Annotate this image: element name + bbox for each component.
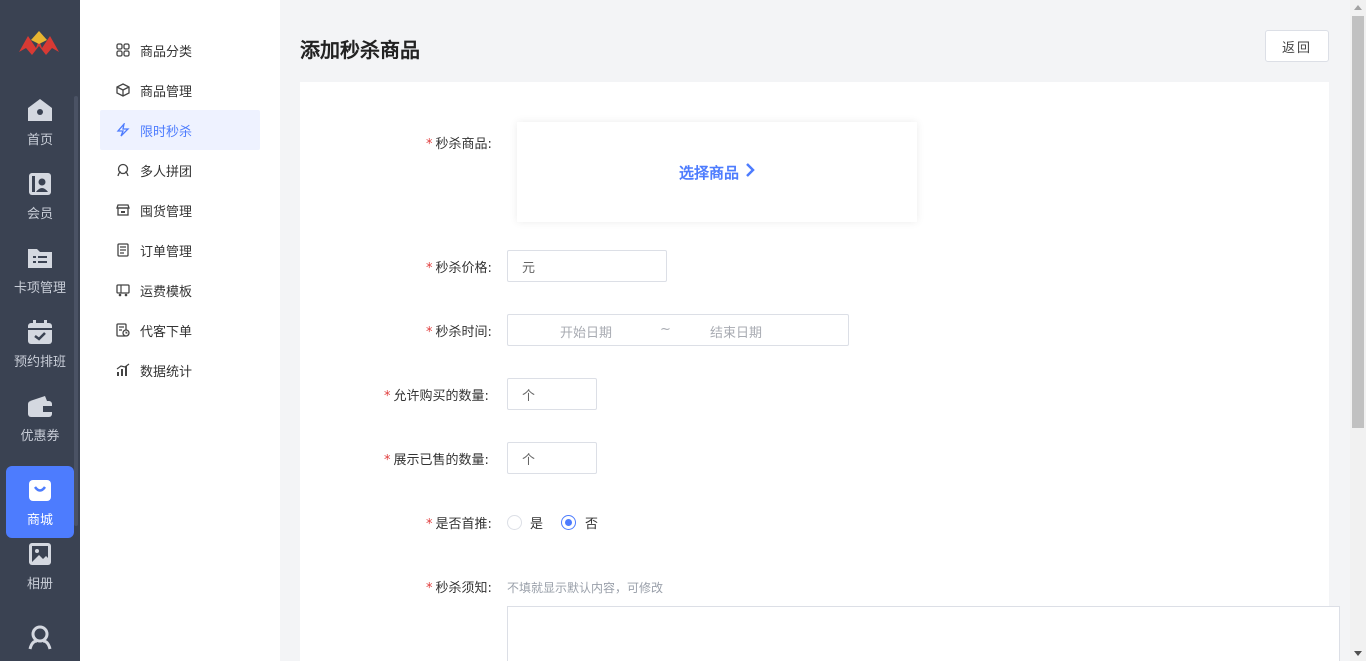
rail-item-label: 相册	[26, 576, 53, 592]
sub-item-label: 商品管理	[140, 84, 193, 100]
rail-item-booking[interactable]: 预约排班	[6, 308, 74, 380]
back-button[interactable]: 返回	[1265, 30, 1329, 62]
notice-label: * 秒杀须知:	[426, 581, 492, 596]
group-icon	[27, 624, 53, 650]
home-icon	[27, 97, 53, 123]
lightning-icon	[115, 122, 131, 138]
rail-item-label: 优惠券	[20, 428, 60, 444]
bar-chart-icon	[115, 362, 131, 378]
required-mark: *	[384, 453, 391, 468]
sub-nav-panel: 商品分类 商品管理 限时秒杀 多人拼团 囤货管理 订单管理 运费模板 代客下单 …	[80, 0, 280, 661]
rail-item-mall[interactable]: 商城	[6, 466, 74, 538]
page-scrollbar[interactable]	[1350, 0, 1366, 661]
rail-item-album[interactable]: 相册	[6, 530, 74, 602]
sub-item-group-buy[interactable]: 多人拼团	[100, 150, 260, 190]
scroll-up-arrow-icon[interactable]	[1354, 5, 1362, 10]
select-goods-box[interactable]: 选择商品	[517, 122, 917, 222]
buy-qty-input[interactable]: 个	[507, 378, 597, 410]
grid-icon	[115, 42, 131, 58]
rail-item-label: 卡项管理	[13, 280, 66, 296]
price-label: * 秒杀价格:	[426, 261, 492, 276]
proxy-order-icon	[115, 322, 131, 338]
sold-qty-unit: 个	[522, 452, 536, 468]
photo-album-icon	[27, 541, 53, 567]
box-icon	[115, 82, 131, 98]
notice-textarea[interactable]	[507, 606, 1340, 661]
sub-item-category[interactable]: 商品分类	[100, 30, 260, 70]
select-goods-text: 选择商品	[678, 163, 739, 182]
store-icon	[115, 202, 131, 218]
sub-item-stock[interactable]: 囤货管理	[100, 190, 260, 230]
required-mark: *	[426, 517, 433, 532]
sold-qty-label: * 展示已售的数量:	[384, 453, 489, 468]
radio-yes-label[interactable]: 是	[530, 513, 543, 532]
wallet-icon	[27, 393, 53, 419]
calendar-check-icon	[27, 319, 53, 345]
sub-item-flash-sale[interactable]: 限时秒杀	[100, 110, 260, 150]
select-goods-link[interactable]: 选择商品	[679, 162, 755, 183]
goods-label: * 秒杀商品:	[426, 137, 492, 152]
end-date-input[interactable]: 结束日期	[710, 322, 762, 341]
truck-icon	[115, 282, 131, 298]
rail-scrollbar[interactable]	[74, 96, 78, 526]
sub-item-stats[interactable]: 数据统计	[100, 350, 260, 390]
rail-item-label: 预约排班	[13, 354, 66, 370]
scroll-down-arrow-icon[interactable]	[1354, 651, 1362, 656]
scrollbar-thumb[interactable]	[1352, 16, 1364, 428]
radio-no-label[interactable]: 否	[585, 513, 598, 532]
sub-item-label: 商品分类	[140, 44, 193, 60]
start-date-input[interactable]: 开始日期	[560, 322, 612, 341]
required-mark: *	[426, 581, 433, 596]
price-input[interactable]: 元	[507, 250, 667, 282]
order-list-icon	[115, 242, 131, 258]
required-mark: *	[384, 389, 391, 404]
buy-qty-unit: 个	[522, 388, 536, 404]
chevron-right-icon	[745, 162, 755, 182]
recommend-label: * 是否首推:	[426, 517, 492, 532]
people-group-icon	[115, 162, 131, 178]
main-nav-rail: 首页 会员 卡项管理 预约排班 优惠券 商城 相册	[0, 0, 80, 661]
required-mark: *	[426, 137, 433, 152]
rail-item-label: 商城	[26, 512, 53, 528]
rail-item-label: 首页	[26, 132, 53, 148]
sub-item-label: 数据统计	[140, 364, 193, 380]
required-mark: *	[426, 325, 433, 340]
rail-item-coupon[interactable]: 优惠券	[6, 382, 74, 454]
date-range-picker[interactable]: 开始日期 ~ 结束日期	[507, 314, 849, 346]
price-unit: 元	[522, 260, 536, 276]
required-mark: *	[426, 261, 433, 276]
buy-qty-label: * 允许购买的数量:	[384, 389, 489, 404]
member-card-icon	[27, 171, 53, 197]
sub-item-orders[interactable]: 订单管理	[100, 230, 260, 270]
radio-yes[interactable]	[507, 515, 522, 530]
range-separator: ~	[660, 322, 671, 337]
shopping-bag-icon	[27, 477, 53, 503]
folder-list-icon	[27, 245, 53, 271]
rail-item-cards[interactable]: 卡项管理	[6, 234, 74, 306]
rail-item-label: 会员	[26, 206, 53, 222]
time-label: * 秒杀时间:	[426, 325, 492, 340]
sub-item-label: 代客下单	[140, 324, 193, 340]
rail-item-home[interactable]: 首页	[6, 86, 74, 158]
sub-item-label: 限时秒杀	[140, 124, 193, 140]
rail-item-member[interactable]: 会员	[6, 160, 74, 232]
sub-item-goods[interactable]: 商品管理	[100, 70, 260, 110]
notice-hint: 不填就显示默认内容，可修改	[507, 581, 664, 595]
radio-no[interactable]	[561, 515, 576, 530]
sub-item-label: 多人拼团	[140, 164, 193, 180]
sub-item-label: 订单管理	[140, 244, 193, 260]
sub-item-label: 囤货管理	[140, 204, 193, 220]
sold-qty-input[interactable]: 个	[507, 442, 597, 474]
sub-item-label: 运费模板	[140, 284, 193, 300]
rail-item-group[interactable]	[6, 604, 74, 661]
sub-item-proxy-order[interactable]: 代客下单	[100, 310, 260, 350]
brand-logo-icon	[16, 28, 62, 62]
sub-item-freight[interactable]: 运费模板	[100, 270, 260, 310]
page-title: 添加秒杀商品	[300, 38, 420, 62]
